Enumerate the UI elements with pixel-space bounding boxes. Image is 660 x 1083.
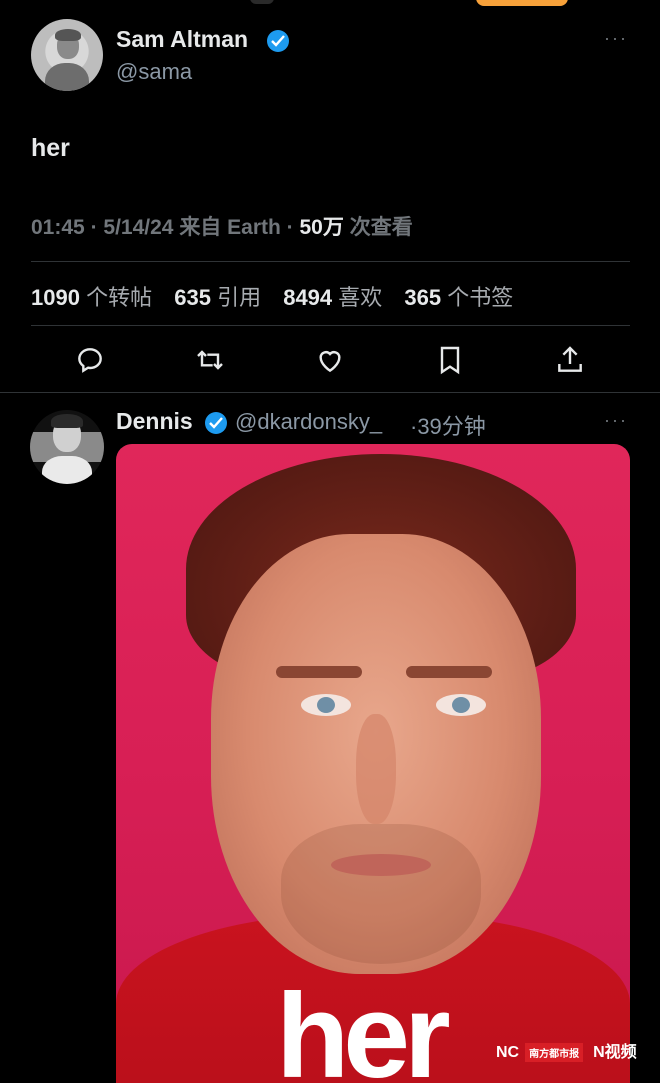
quotes-count[interactable]: 635 <box>174 285 211 310</box>
likes-count[interactable]: 8494 <box>283 285 332 310</box>
avatar-hair <box>51 414 83 428</box>
divider <box>31 261 630 262</box>
poster-title: her <box>276 969 451 1083</box>
share-icon[interactable] <box>554 344 586 376</box>
status-pill <box>476 0 568 6</box>
author-name[interactable]: Sam Altman <box>116 26 248 53</box>
avatar-shirt <box>42 456 92 484</box>
like-icon[interactable] <box>314 344 346 376</box>
reply-author-name[interactable]: Dennis <box>116 408 193 435</box>
reply-author-handle[interactable]: @dkardonsky_ <box>235 409 382 435</box>
divider <box>0 392 660 393</box>
meta-sep: · <box>286 216 300 239</box>
watermark: NC 南方都市报 N视频 <box>496 1038 637 1063</box>
reply-avatar[interactable] <box>30 410 104 484</box>
author-handle[interactable]: @sama <box>116 59 192 85</box>
reply-media-poster[interactable]: her <box>116 444 630 1083</box>
poster-right-eye <box>436 694 486 716</box>
status-dot <box>250 0 274 4</box>
tweet-text: her <box>31 134 70 162</box>
tweet-source: 来自 Earth <box>179 216 281 239</box>
retweet-icon[interactable] <box>194 344 226 376</box>
bookmark-icon[interactable] <box>434 344 466 376</box>
reply-more-options-icon[interactable]: ··· <box>604 410 628 431</box>
tweet-time[interactable]: 01:45 <box>31 216 85 239</box>
tweet-date[interactable]: 5/14/24 <box>103 216 173 239</box>
views-label: 次查看 <box>349 216 413 239</box>
watermark-badge: 南方都市报 <box>525 1043 584 1063</box>
poster-mouth <box>331 854 431 876</box>
action-bar <box>0 340 660 380</box>
watermark-left: NC <box>496 1044 520 1061</box>
avatar-hair <box>55 29 81 41</box>
reply-time[interactable]: ·39分钟 <box>410 409 486 441</box>
more-options-icon[interactable]: ··· <box>604 28 628 49</box>
views-count: 50万 <box>299 216 344 239</box>
avatar-body <box>45 63 89 91</box>
retweets-label[interactable]: 个转帖 <box>86 285 152 310</box>
poster-left-brow <box>276 666 362 678</box>
watermark-right: N视频 <box>593 1044 637 1061</box>
reply-icon[interactable] <box>74 344 106 376</box>
likes-label[interactable]: 喜欢 <box>338 285 382 310</box>
meta-sep: · <box>90 216 104 239</box>
quotes-label[interactable]: 引用 <box>217 285 261 310</box>
poster-right-brow <box>406 666 492 678</box>
tweet-stats: 1090 个转帖 635 引用 8494 喜欢 365 个书签 <box>31 280 529 312</box>
verified-badge-icon <box>205 412 227 434</box>
bookmarks-count[interactable]: 365 <box>404 285 441 310</box>
poster-left-eye <box>301 694 351 716</box>
retweets-count[interactable]: 1090 <box>31 285 80 310</box>
author-avatar[interactable] <box>31 19 103 91</box>
divider <box>31 325 630 326</box>
bookmarks-label[interactable]: 个书签 <box>447 285 513 310</box>
poster-nose <box>356 714 396 824</box>
tweet-meta: 01:45 · 5/14/24 来自 Earth · 50万 次查看 <box>31 211 413 241</box>
status-bar <box>0 0 660 8</box>
verified-badge-icon <box>267 30 289 52</box>
poster-stubble <box>281 824 481 964</box>
